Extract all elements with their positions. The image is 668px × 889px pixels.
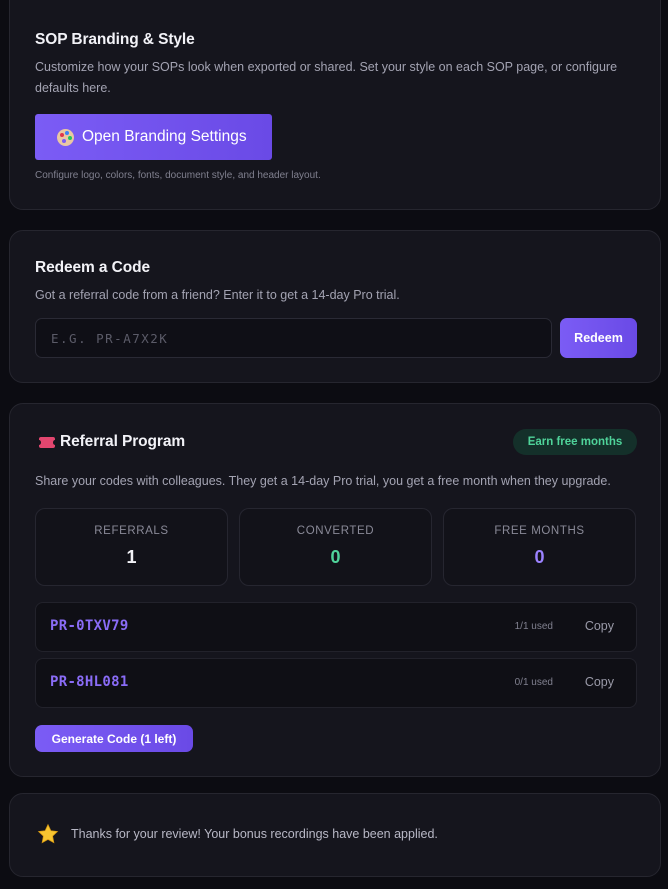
palette-icon xyxy=(57,128,74,146)
redeem-description: Got a referral code from a friend? Enter… xyxy=(35,288,400,302)
review-message: Thanks for your review! Your bonus recor… xyxy=(71,827,438,841)
star-icon xyxy=(37,823,59,844)
earn-free-months-badge: Earn free months xyxy=(513,429,637,455)
stat-free-months: FREE MONTHS 0 xyxy=(443,508,636,586)
stat-referrals: REFERRALS 1 xyxy=(35,508,228,586)
branding-description: Customize how your SOPs look when export… xyxy=(35,60,618,95)
review-bonus-card: Thanks for your review! Your bonus recor… xyxy=(9,793,661,877)
redeem-title: Redeem a Code xyxy=(35,259,150,276)
stat-label: REFERRALS xyxy=(94,525,169,537)
redeem-card: Redeem a Code Got a referral code from a… xyxy=(9,230,661,383)
generate-code-button[interactable]: Generate Code (1 left) xyxy=(35,725,193,752)
stat-value: 1 xyxy=(126,547,137,567)
stat-label: CONVERTED xyxy=(296,525,375,537)
stat-value: 0 xyxy=(330,547,341,567)
referral-code-row: PR-8HL081 0/1 used Copy xyxy=(35,658,637,708)
stat-label: FREE MONTHS xyxy=(494,525,585,537)
redeem-button[interactable]: Redeem xyxy=(560,318,637,358)
copy-code-button[interactable]: Copy xyxy=(585,675,614,689)
code-usage: 0/1 used xyxy=(514,677,553,688)
ticket-icon xyxy=(37,437,57,448)
branding-title: SOP Branding & Style xyxy=(35,31,195,48)
branding-hint: Configure logo, colors, fonts, document … xyxy=(35,170,321,181)
open-branding-settings-label: Open Branding Settings xyxy=(82,128,247,145)
copy-code-button[interactable]: Copy xyxy=(585,619,614,633)
referral-code-row: PR-0TXV79 1/1 used Copy xyxy=(35,602,637,652)
open-branding-settings-button[interactable]: Open Branding Settings xyxy=(35,114,272,160)
referral-code: PR-0TXV79 xyxy=(50,618,129,634)
referral-code-input[interactable] xyxy=(35,318,552,358)
referral-code: PR-8HL081 xyxy=(50,674,129,690)
referral-title: Referral Program xyxy=(60,433,186,450)
stat-value: 0 xyxy=(534,547,545,567)
branding-card: SOP Branding & Style Customize how your … xyxy=(9,0,661,210)
stat-converted: CONVERTED 0 xyxy=(239,508,432,586)
code-usage: 1/1 used xyxy=(514,621,553,632)
referral-description: Share your codes with colleagues. They g… xyxy=(35,474,611,488)
referral-program-card: Referral Program Earn free months Share … xyxy=(9,403,661,777)
